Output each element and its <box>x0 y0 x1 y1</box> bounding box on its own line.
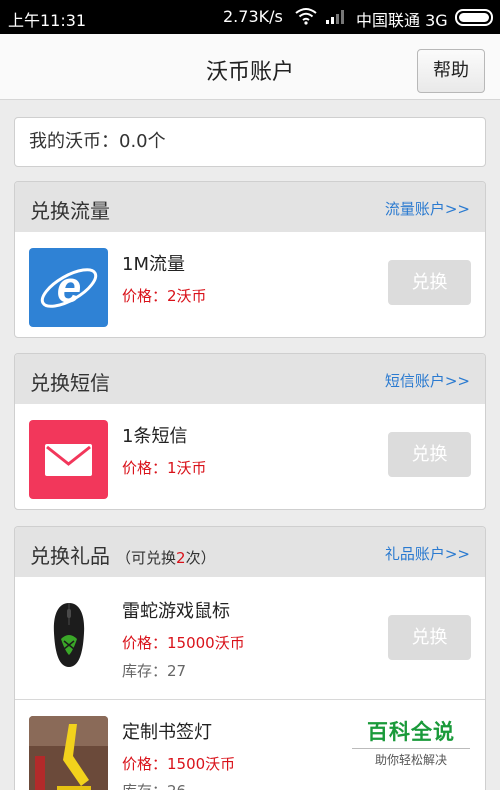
svg-text:e: e <box>57 263 81 312</box>
status-time: 上午11:31 <box>8 11 87 30</box>
battery-icon <box>455 9 493 26</box>
watermark-subtitle: 助你轻松解决 <box>352 748 470 768</box>
item-price: 价格：15000沃币 <box>122 634 245 652</box>
bookmark-lamp-image <box>29 716 108 790</box>
exchange-button[interactable]: 兑换 <box>388 615 471 660</box>
traffic-account-link[interactable]: 流量账户>> <box>385 198 470 219</box>
gift-account-link[interactable]: 礼品账户>> <box>385 543 470 564</box>
section-exchange-sms: 兑换短信 短信账户>> 1条短信 价格：1沃币 兑换 <box>14 353 486 510</box>
envelope-icon <box>29 420 108 499</box>
gaming-mouse-image <box>29 595 108 674</box>
exchange-button[interactable]: 兑换 <box>388 432 471 477</box>
carrier-label: 中国联通 3G <box>356 11 448 30</box>
exchange-count-note: （可兑换2次） <box>116 549 216 567</box>
item-stock: 库存：26 <box>122 780 186 790</box>
status-bar: 上午11:31 2.73K/s 中国联通 3G <box>0 0 500 34</box>
signal-icon <box>326 10 344 24</box>
item-price: 价格：2沃币 <box>122 287 207 305</box>
section-title: 兑换流量 <box>30 199 110 223</box>
exchange-button[interactable]: 兑换 <box>388 260 471 305</box>
section-exchange-traffic: 兑换流量 流量账户>> e 1M流量 价格：2沃币 兑换 <box>14 181 486 338</box>
item-stock: 库存：27 <box>122 662 187 680</box>
list-item: 1条短信 价格：1沃币 兑换 <box>15 404 485 509</box>
list-item: 雷蛇游戏鼠标 价格：15000沃币 库存：27 兑换 <box>15 577 485 699</box>
list-item: e 1M流量 价格：2沃币 兑换 <box>15 232 485 337</box>
item-price: 价格：1沃币 <box>122 459 207 477</box>
section-title: 兑换礼品 （可兑换2次） <box>30 544 216 568</box>
section-header: 兑换流量 流量账户>> <box>15 182 485 232</box>
help-button[interactable]: 帮助 <box>417 49 485 93</box>
section-title: 兑换短信 <box>30 371 110 395</box>
item-price: 价格：1500沃币 <box>122 755 236 773</box>
sms-account-link[interactable]: 短信账户>> <box>385 370 470 391</box>
item-name: 雷蛇游戏鼠标 <box>122 601 230 622</box>
item-name: 1M流量 <box>122 254 185 275</box>
title-bar: 沃币账户 帮助 <box>0 34 500 100</box>
item-name: 1条短信 <box>122 426 188 447</box>
network-speed: 2.73K/s <box>223 7 283 26</box>
watermark-title: 百科全说 <box>367 720 455 744</box>
coin-balance: 我的沃币：0.0个 <box>14 117 486 167</box>
section-header: 兑换短信 短信账户>> <box>15 354 485 404</box>
wifi-icon <box>295 8 317 25</box>
watermark-logo: 百科全说 助你轻松解决 <box>352 716 470 768</box>
ie-browser-icon: e <box>29 248 108 327</box>
section-header: 兑换礼品 （可兑换2次） 礼品账户>> <box>15 527 485 577</box>
item-name: 定制书签灯 <box>122 722 212 743</box>
